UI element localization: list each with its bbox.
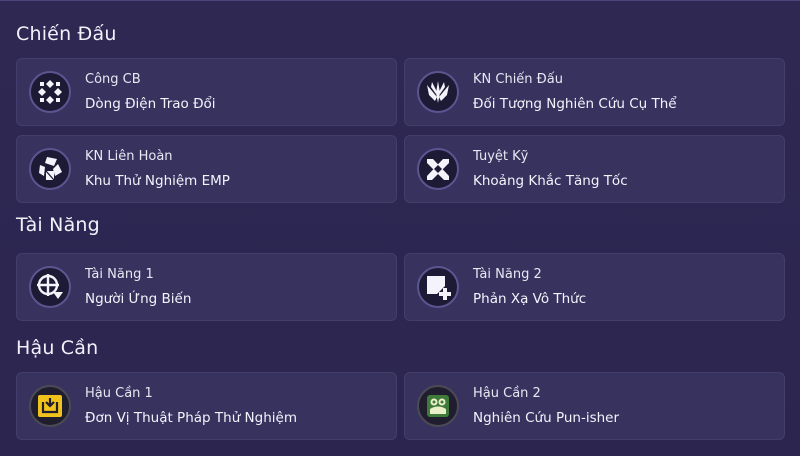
card-label: KN Liên Hoàn [85,149,173,164]
card-label: Tài Năng 1 [85,267,154,282]
battle-skill-icon [417,71,459,113]
card-value: Dòng Điện Trao Đổi [85,96,216,112]
card-label: KN Chiến Đấu [473,72,563,87]
logistics-2-icon [417,385,459,427]
card-basic-attack[interactable]: Công CB Dòng Điện Trao Đổi [16,58,397,126]
combo-skill-icon [29,148,71,190]
card-label: Công CB [85,72,141,87]
card-label: Tài Năng 2 [473,267,542,282]
card-value: Khoảng Khắc Tăng Tốc [473,173,628,189]
card-value: Đối Tượng Nghiên Cứu Cụ Thể [473,96,677,112]
card-label: Tuyệt Kỹ [473,149,529,164]
section-title-combat: Chiến Đấu [16,23,117,45]
card-combo-skill[interactable]: KN Liên Hoàn Khu Thử Nghiệm EMP [16,135,397,203]
card-logistics-2[interactable]: Hậu Cần 2 Nghiên Cứu Pun-isher [404,372,785,440]
card-logistics-1[interactable]: Hậu Cần 1 Đơn Vị Thuật Pháp Thử Nghiệm [16,372,397,440]
ultimate-icon [417,148,459,190]
card-ultimate[interactable]: Tuyệt Kỹ Khoảng Khắc Tăng Tốc [404,135,785,203]
card-value: Nghiên Cứu Pun-isher [473,410,620,426]
skills-page: Chiến Đấu Công CB Dòng Điện Trao Đổi KN … [0,0,800,456]
talent-2-icon [417,266,459,308]
card-value: Đơn Vị Thuật Pháp Thử Nghiệm [85,410,297,426]
card-label: Hậu Cần 2 [473,386,541,401]
card-talent-1[interactable]: Tài Năng 1 Người Ứng Biến [16,253,397,321]
card-value: Khu Thử Nghiệm EMP [85,173,230,189]
card-label: Hậu Cần 1 [85,386,153,401]
logistics-1-icon [29,385,71,427]
card-value: Người Ứng Biến [85,291,192,307]
card-talent-2[interactable]: Tài Năng 2 Phản Xạ Vô Thức [404,253,785,321]
section-title-talents: Tài Năng [16,214,100,236]
card-value: Phản Xạ Vô Thức [473,291,587,307]
basic-attack-icon [29,71,71,113]
talent-1-icon [29,266,71,308]
card-battle-skill[interactable]: KN Chiến Đấu Đối Tượng Nghiên Cứu Cụ Thể [404,58,785,126]
section-title-logistics: Hậu Cần [16,337,99,359]
